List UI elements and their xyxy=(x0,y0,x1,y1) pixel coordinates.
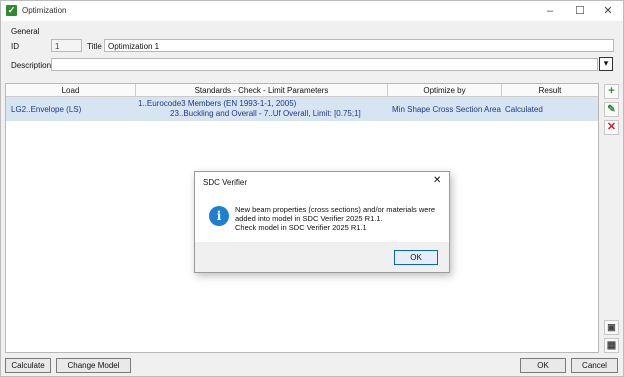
description-field[interactable] xyxy=(51,58,598,71)
dialog-title: SDC Verifier xyxy=(203,178,248,187)
standards-cell-line2: 23..Buckling and Overall - 7..Uf Overall… xyxy=(170,109,361,118)
sdc-verifier-dialog: SDC Verifier ✕ i New beam properties (cr… xyxy=(194,171,450,273)
dialog-message-line2: added into model in SDC Verifier 2025 R1… xyxy=(235,214,383,223)
load-cell: LG2..Envelope (LS) xyxy=(11,105,82,114)
change-model-button[interactable]: Change Model xyxy=(56,358,131,373)
delete-icon[interactable]: ✕ xyxy=(604,120,619,135)
info-icon: i xyxy=(209,206,229,226)
edit-icon[interactable]: ✎ xyxy=(604,102,619,117)
general-group-label: General xyxy=(11,27,40,36)
result-cell: Calculated xyxy=(505,105,543,114)
id-label: ID xyxy=(11,42,19,51)
window-title: Optimization xyxy=(22,6,67,15)
cancel-button[interactable]: Cancel xyxy=(571,358,618,373)
title-bar: ✓ Optimization – ☐ ✕ xyxy=(1,1,623,21)
title-field[interactable]: Optimization 1 xyxy=(104,39,614,52)
column-header-result[interactable]: Result xyxy=(502,84,598,97)
monitor-icon[interactable]: ▣ xyxy=(604,320,619,335)
dialog-message: New beam properties (cross sections) and… xyxy=(235,205,440,232)
dialog-message-line3: Check model in SDC Verifier 2025 R1.1 xyxy=(235,223,367,232)
dialog-message-line1: New beam properties (cross sections) and… xyxy=(235,205,436,214)
close-icon[interactable]: ✕ xyxy=(595,3,621,19)
table-row[interactable]: LG2..Envelope (LS) 1..Eurocode3 Members … xyxy=(6,97,598,121)
chevron-down-icon[interactable]: ▾ xyxy=(599,57,613,71)
optimize-by-cell: Min Shape Cross Section Area xyxy=(392,105,501,114)
description-label: Description xyxy=(11,61,52,70)
dialog-ok-button[interactable]: OK xyxy=(394,250,438,265)
add-icon[interactable]: + xyxy=(604,84,619,99)
minimize-icon[interactable]: – xyxy=(537,3,563,19)
column-header-standards[interactable]: Standards - Check - Limit Parameters xyxy=(136,84,388,97)
standards-cell-line1: 1..Eurocode3 Members (EN 1993-1-1, 2005) xyxy=(138,99,297,108)
column-header-optimize-by[interactable]: Optimize by xyxy=(388,84,502,97)
column-header-load[interactable]: Load xyxy=(6,84,136,97)
table-icon[interactable]: ▦ xyxy=(604,338,619,353)
checkmark-icon: ✓ xyxy=(6,5,17,16)
title-label: Title xyxy=(87,42,102,51)
dialog-close-icon[interactable]: ✕ xyxy=(433,175,441,186)
id-field[interactable]: 1 xyxy=(51,39,82,52)
maximize-icon[interactable]: ☐ xyxy=(567,3,593,19)
ok-button[interactable]: OK xyxy=(520,358,566,373)
calculate-button[interactable]: Calculate xyxy=(5,358,51,373)
